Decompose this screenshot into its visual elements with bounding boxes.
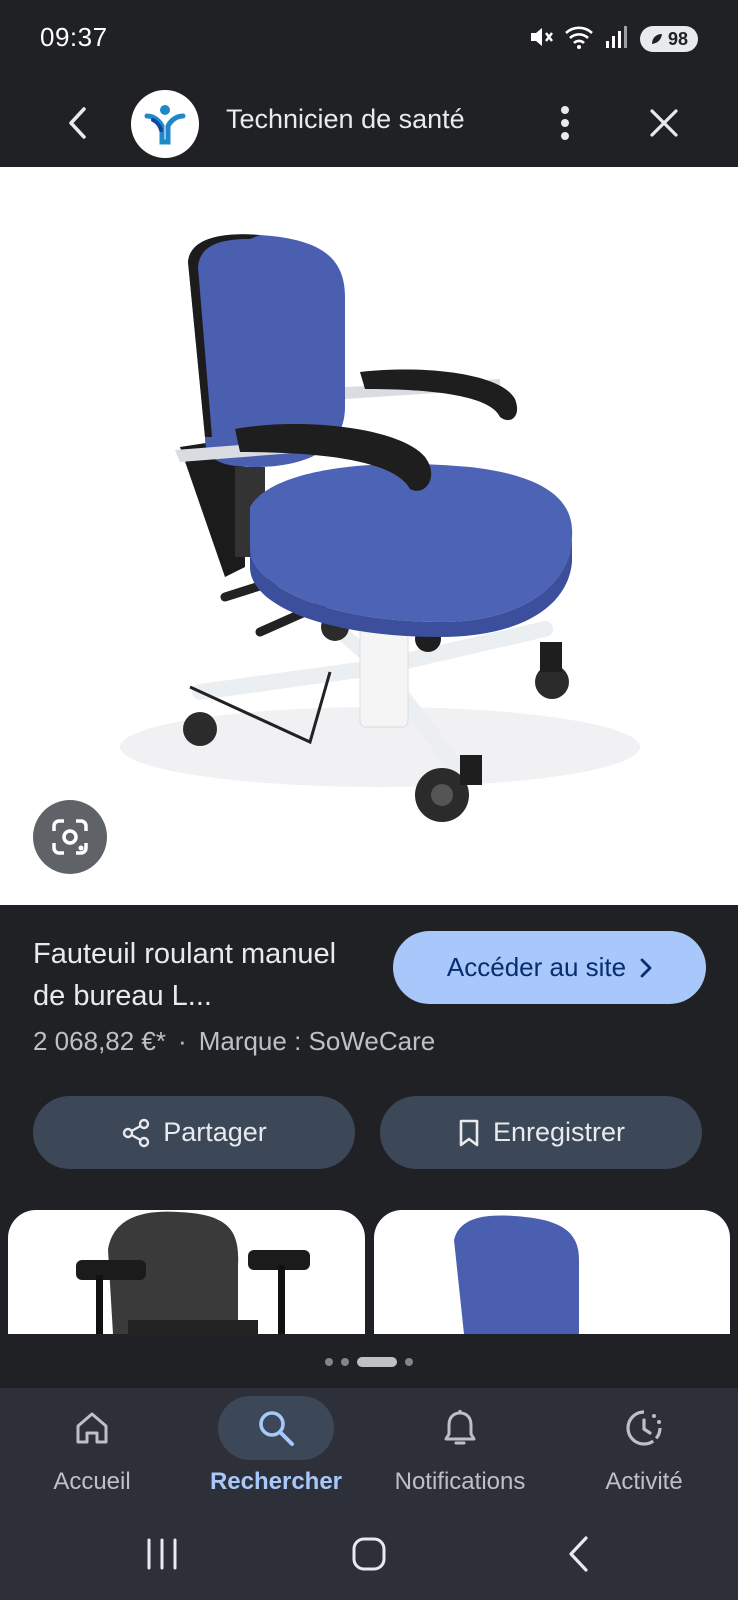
share-icon: [123, 1118, 150, 1147]
related-chair-image: [454, 1215, 579, 1334]
chair-image: [120, 234, 640, 822]
activity-icon: [626, 1410, 662, 1446]
battery-level: 98: [667, 28, 688, 49]
bookmark-icon: [459, 1119, 479, 1146]
system-nav-bar: [0, 1506, 738, 1600]
mute-icon: [528, 24, 554, 55]
back-arrow-icon: [569, 1536, 588, 1572]
home-circle-icon: [352, 1537, 386, 1571]
related-result-card[interactable]: [8, 1210, 365, 1334]
carousel-dot: [325, 1358, 333, 1366]
visit-site-button[interactable]: Accéder au site: [393, 931, 706, 1004]
nav-label: Notifications: [394, 1468, 526, 1495]
related-result-card[interactable]: [374, 1210, 730, 1334]
home-icon: [76, 1412, 108, 1444]
carousel-dot: [341, 1358, 349, 1366]
app-bar: Technicien de santé: [0, 80, 738, 167]
product-meta: 2 068,82 €* · Marque : SoWeCare: [33, 1026, 435, 1057]
close-button[interactable]: [639, 98, 689, 148]
nav-label: Rechercher: [209, 1468, 343, 1495]
product-image[interactable]: [0, 167, 738, 905]
battery-icon: 98: [639, 26, 698, 52]
product-brand: Marque : SoWeCare: [198, 1026, 436, 1056]
more-options-button[interactable]: [540, 98, 590, 148]
bottom-nav: Accueil Rechercher Notifications Activit…: [0, 1388, 738, 1506]
nav-item-activite[interactable]: Activité: [552, 1388, 736, 1506]
nav-item-notifications[interactable]: Notifications: [368, 1388, 552, 1506]
chevron-right-icon: [640, 958, 652, 977]
signal-icon: [604, 24, 630, 55]
bell-icon: [444, 1410, 476, 1445]
save-button[interactable]: Enregistrer: [380, 1096, 702, 1169]
nav-label: Activité: [605, 1468, 683, 1495]
more-vert-icon: [561, 106, 569, 140]
meta-separator: ·: [178, 1026, 187, 1056]
google-lens-button[interactable]: [33, 800, 107, 874]
related-chair-image: [76, 1211, 310, 1334]
share-button[interactable]: Partager: [33, 1096, 355, 1169]
chevron-left-icon: [69, 107, 86, 139]
wifi-icon: [564, 24, 594, 55]
status-bar: 09:37 98: [0, 0, 738, 80]
lens-icon: [52, 819, 88, 855]
product-price: 2 068,82 €*: [33, 1026, 167, 1056]
recent-apps-button[interactable]: [132, 1524, 192, 1584]
nav-label: Accueil: [53, 1468, 131, 1495]
home-system-button[interactable]: [339, 1524, 399, 1584]
site-logo[interactable]: [131, 90, 199, 158]
search-icon: [259, 1411, 294, 1446]
logo-figure-icon: [144, 105, 186, 145]
share-label: Partager: [163, 1117, 267, 1147]
save-label: Enregistrer: [492, 1117, 626, 1147]
nav-item-rechercher[interactable]: Rechercher: [184, 1388, 368, 1506]
back-system-button[interactable]: [548, 1524, 608, 1584]
product-title[interactable]: Fauteuil roulant manuel de bureau L...: [33, 933, 373, 1017]
status-time: 09:37: [40, 22, 108, 52]
recent-apps-icon: [147, 1538, 177, 1570]
back-button[interactable]: [52, 98, 102, 148]
carousel-dot: [405, 1358, 413, 1366]
page-title: Technicien de santé: [226, 104, 465, 134]
visit-site-label: Accéder au site: [446, 952, 627, 982]
carousel-dot-active: [357, 1357, 397, 1367]
status-icons: 98: [528, 24, 698, 54]
nav-item-accueil[interactable]: Accueil: [0, 1388, 184, 1506]
carousel-indicator: [0, 1352, 738, 1372]
close-icon: [650, 109, 678, 137]
